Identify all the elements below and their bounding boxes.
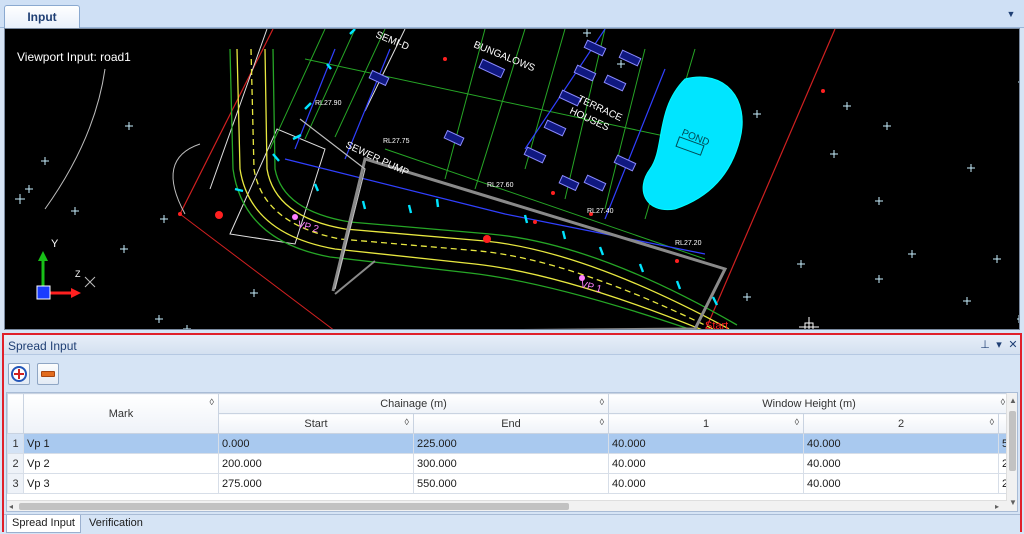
column-label: Chainage (m) [380,397,447,410]
scroll-right-icon[interactable]: ▸ [995,501,999,511]
column-label: Mark [108,407,134,420]
cell-end[interactable]: 225.000 [412,433,610,454]
table-row[interactable]: 2 Vp 2 200.000 300.000 40.000 40.000 2 [7,453,1011,474]
row-number: 1 [7,433,24,454]
table-row[interactable]: 1 Vp 1 0.000 225.000 40.000 40.000 5 [7,433,1011,454]
sort-icon[interactable]: ◊ [600,417,604,427]
sort-icon[interactable]: ◊ [405,417,409,427]
grid-toolbar [4,356,1020,390]
remove-row-icon [41,371,55,377]
level-label: RL27.60 [487,182,514,189]
cell-start[interactable]: 0.000 [218,433,414,454]
column-header-wh1[interactable]: 1 ◊ [608,413,805,434]
panel-controls: ⊥ ▾ ✕ [980,338,1018,352]
map-label-semi: SEMI-D [374,30,411,53]
panel-title: Spread Input [8,339,77,353]
scroll-thumb[interactable] [19,503,569,510]
map-label-start: Start [705,320,728,330]
cell-wh1[interactable]: 40.000 [608,433,805,454]
sort-icon[interactable]: ◊ [600,397,604,407]
scroll-up-icon[interactable]: ▲ [1009,395,1017,406]
pin-icon[interactable]: ⊥ [980,338,990,352]
data-table: Mark ◊ Chainage (m) ◊ Window Height (m) ◊ S… [7,393,1011,494]
cell-wh1[interactable]: 40.000 [608,473,805,494]
scroll-left-icon[interactable]: ◂ [9,501,13,511]
sort-icon[interactable]: ◊ [210,397,214,407]
sort-icon[interactable]: ◊ [990,417,994,427]
scroll-down-icon[interactable]: ▼ [1009,497,1017,508]
cad-drawing: SEMI-D BUNGALOWS TERRACE HOUSES POND SEW… [15,29,1019,330]
table-row[interactable]: 3 Vp 3 275.000 550.000 40.000 40.000 2 [7,473,1011,494]
add-row-button[interactable] [8,363,30,385]
document-tab-strip: Input ▼ [0,0,1024,28]
cell-wh2[interactable]: 40.000 [803,473,1000,494]
axis-y-label: Y [51,238,59,250]
sort-icon[interactable]: ◊ [795,417,799,427]
row-header-corner [7,393,24,434]
column-header-start[interactable]: Start ◊ [218,413,414,434]
map-label-vp1: VP 1 [579,279,603,295]
horizontal-scrollbar[interactable]: ◂ ▸ [7,500,1007,511]
column-header-chainage[interactable]: Chainage (m) ◊ [217,393,610,414]
column-label: Start [304,417,328,430]
tab-spread-input[interactable]: Spread Input [6,515,81,533]
cad-viewport[interactable]: SEMI-D BUNGALOWS TERRACE HOUSES POND SEW… [4,28,1020,330]
map-label-sewer-pump: SEWER PUMP [344,140,411,179]
spread-grid: Mark ◊ Chainage (m) ◊ Window Height (m) ◊ S… [6,392,1018,512]
level-label: RL27.20 [675,240,702,247]
remove-row-button[interactable] [37,363,59,385]
app-window: Input ▼ SEMI-D BUNGALOWS TERRACE HOUSES … [0,0,1024,534]
panel-header: Spread Input ⊥ ▾ ✕ [4,335,1020,355]
column-header-window-height[interactable]: Window Height (m) ◊ [608,393,1011,414]
spread-input-panel: Spread Input ⊥ ▾ ✕ Mark ◊ Chainage (m) ◊… [2,333,1022,533]
vertical-scrollbar[interactable]: ▲ ▼ [1006,393,1017,511]
level-label: RL27.90 [315,100,342,107]
column-header-end[interactable]: End ◊ [412,413,610,434]
cell-start[interactable]: 200.000 [218,453,414,474]
row-number: 2 [7,453,24,474]
cell-mark[interactable]: Vp 3 [23,473,219,494]
cell-wh1[interactable]: 40.000 [608,453,805,474]
sort-icon[interactable]: ◊ [1001,397,1005,407]
cell-wh2[interactable]: 40.000 [803,433,1000,454]
cell-wh2[interactable]: 40.000 [803,453,1000,474]
cell-end[interactable]: 300.000 [412,453,610,474]
panel-tab-strip: Spread Input Verification [4,514,1020,533]
viewport-label: Viewport Input: road1 [17,50,131,64]
cell-mark[interactable]: Vp 2 [23,453,219,474]
cell-mark[interactable]: Vp 1 [23,433,219,454]
close-icon[interactable]: ✕ [1008,338,1018,352]
cell-end[interactable]: 550.000 [412,473,610,494]
axis-z-label: Z [75,269,81,279]
add-row-icon [11,366,27,382]
cell-start[interactable]: 275.000 [218,473,414,494]
tab-input[interactable]: Input [4,5,80,28]
tab-list-dropdown-icon[interactable]: ▼ [1006,9,1016,19]
scroll-thumb[interactable] [1009,411,1016,471]
column-header-mark[interactable]: Mark ◊ [23,393,219,434]
ucs-axes-icon: Y Z [36,238,96,300]
column-label: 2 [897,417,905,430]
row-number: 3 [7,473,24,494]
level-label: RL27.40 [587,208,614,215]
level-label: RL27.75 [383,138,410,145]
column-label: Window Height (m) [762,397,856,410]
tab-verification[interactable]: Verification [84,515,148,533]
column-label: 1 [702,417,710,430]
dropdown-icon[interactable]: ▾ [994,338,1004,352]
column-label: End [501,417,521,430]
column-header-wh2[interactable]: 2 ◊ [803,413,1000,434]
